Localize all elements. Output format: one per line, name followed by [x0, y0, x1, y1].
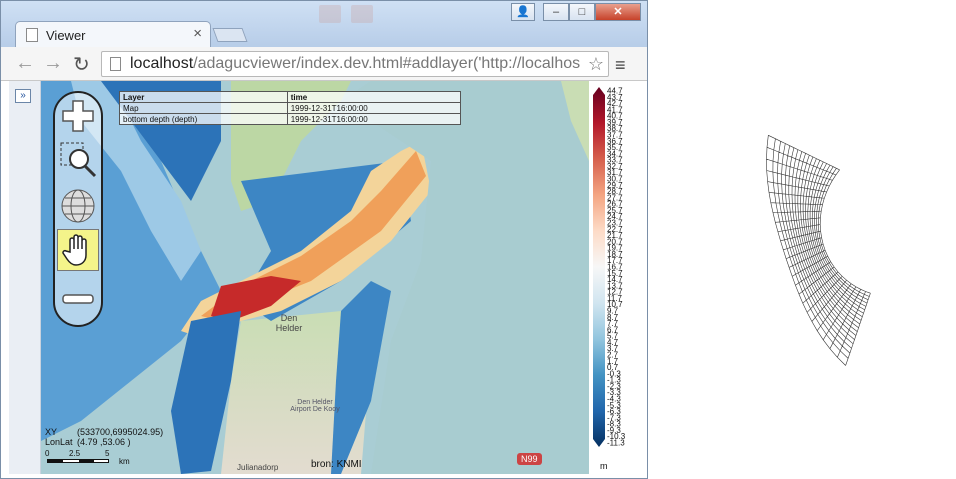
xy-label: XY	[45, 427, 58, 437]
grid-lines	[766, 135, 871, 366]
colorbar-graphic: 44.743.742.741.740.739.738.737.736.735.7…	[593, 87, 626, 448]
map-image	[41, 81, 589, 474]
colorbar-ramp	[593, 87, 605, 447]
scale-tick: 2.5	[69, 449, 81, 458]
forward-arrow-icon[interactable]: →	[43, 52, 63, 75]
scale-tick: 0	[45, 449, 50, 458]
url-path: /adagucviewer/index.dev.html#addlayer('h…	[193, 55, 581, 72]
address-bar[interactable]: localhost/adagucviewer/index.dev.html#ad…	[101, 51, 609, 77]
table-row: Map 1999-12-31T16:00:00	[119, 102, 462, 114]
page-icon	[110, 57, 121, 71]
place-label: Den Helder Airport De Kooy	[290, 399, 340, 413]
new-tab-button[interactable]	[212, 28, 248, 42]
minimize-button[interactable]: –	[543, 3, 569, 21]
pan-hand-icon[interactable]	[57, 229, 99, 271]
table-row: bottom depth (depth) 1999-12-31T16:00:00	[119, 113, 462, 125]
title-bar: Viewer × 👤 – □ ✕	[1, 1, 647, 47]
maximize-button[interactable]: □	[569, 3, 595, 21]
back-arrow-icon[interactable]: ←	[15, 52, 35, 75]
tab-title: Viewer	[46, 28, 86, 43]
zoom-box-icon[interactable]	[57, 139, 99, 181]
lonlat-label: LonLat	[45, 437, 73, 447]
colorbar-unit: m	[600, 461, 608, 471]
map-controls	[53, 91, 103, 327]
user-button[interactable]: 👤	[511, 3, 535, 21]
layer-name: Map	[119, 102, 288, 114]
map-canvas[interactable]: Layer time Map 1999-12-31T16:00:00 botto…	[41, 81, 589, 474]
source-label: bron: KNMI	[311, 459, 362, 470]
layer-name: bottom depth (depth)	[119, 113, 288, 125]
curvilinear-grid-diagram	[652, 80, 952, 380]
scale-bar-graphic	[47, 459, 109, 463]
scale-tick: 5	[105, 449, 110, 458]
zoom-out-icon[interactable]	[57, 279, 99, 321]
header-time: time	[286, 91, 462, 103]
url-host: localhost	[130, 55, 194, 72]
page-icon	[26, 28, 38, 42]
background-icon	[351, 5, 373, 23]
coordinate-readout: XY (533700,6995024.95) LonLat (4.79 ,53.06…	[45, 427, 163, 447]
layer-info-table: Layer time Map 1999-12-31T16:00:00 botto…	[119, 91, 462, 125]
xy-value: (533700,6995024.95)	[77, 427, 164, 437]
colorbar: 44.7 43.7 42.7 41.7 40.7 39.7 38.7 37.7 36.7 35.7…	[589, 81, 639, 474]
lonlat-value: (4.79 ,53.06 )	[77, 437, 131, 447]
layer-time: 1999-12-31T16:00:00	[286, 113, 462, 125]
page-viewport: » Layer time Map 1999-12-31T16:00:00 bot…	[9, 81, 639, 474]
grid-mesh	[766, 135, 871, 366]
menu-icon[interactable]: ≡	[615, 55, 626, 76]
tab-close-icon[interactable]: ×	[193, 25, 202, 42]
reload-icon[interactable]: ↻	[73, 52, 90, 77]
layer-time: 1999-12-31T16:00:00	[286, 102, 462, 114]
table-header-row: Layer time	[119, 91, 462, 103]
background-icon	[319, 5, 341, 23]
expand-panel-button[interactable]: »	[15, 89, 31, 103]
bookmark-star-icon[interactable]: ☆	[588, 54, 604, 75]
zoom-in-icon[interactable]	[57, 95, 99, 137]
road-label: N99	[517, 453, 542, 465]
side-panel: »	[9, 81, 41, 474]
town-label: Den Helder	[275, 313, 303, 333]
scale-unit: km	[119, 457, 130, 466]
browser-window: Viewer × 👤 – □ ✕ ← → ↻ localhost/adagucv…	[0, 0, 648, 479]
header-layer: Layer	[119, 91, 288, 103]
globe-icon[interactable]	[57, 185, 99, 227]
browser-toolbar: ← → ↻ localhost/adagucviewer/index.dev.h…	[1, 47, 647, 81]
colorbar-tick-label: -11.3	[607, 439, 625, 448]
place-label: Julianadorp	[237, 463, 279, 472]
close-button[interactable]: ✕	[595, 3, 641, 21]
tab-viewer[interactable]: Viewer ×	[15, 21, 211, 47]
url-text[interactable]: localhost/adagucviewer/index.dev.html#ad…	[130, 55, 580, 73]
